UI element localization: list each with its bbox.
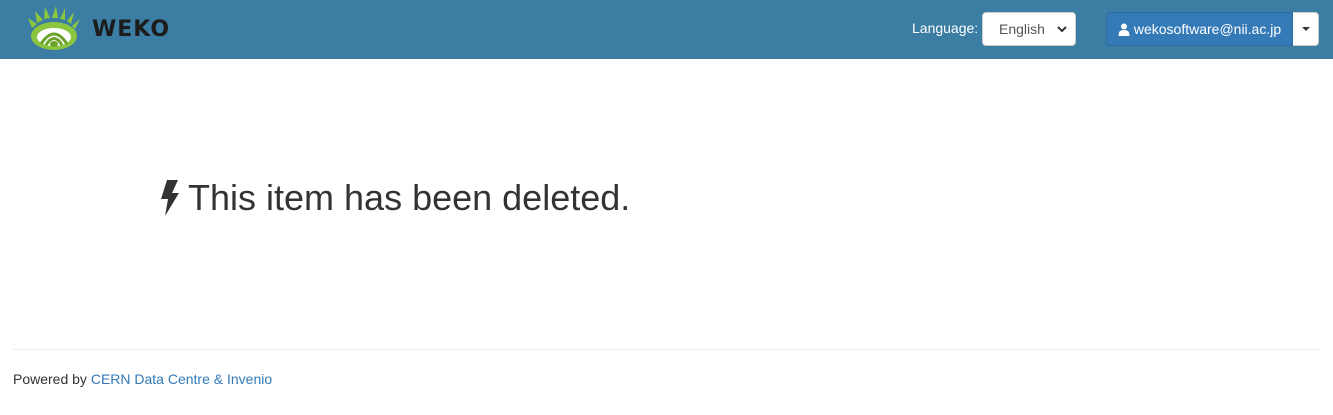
deleted-message-text: This item has been deleted. <box>188 177 631 218</box>
language-selected-value: English <box>999 21 1045 37</box>
footer-divider <box>13 349 1320 350</box>
top-navbar: WEKO Language: English wekosoftware@nii.… <box>0 0 1333 59</box>
chevron-down-icon <box>1057 26 1067 33</box>
bolt-icon <box>161 180 179 216</box>
cern-invenio-link[interactable]: CERN Data Centre & Invenio <box>91 371 272 387</box>
user-account-button[interactable]: wekosoftware@nii.ac.jp <box>1106 12 1293 46</box>
language-select[interactable]: English <box>982 12 1076 46</box>
user-icon <box>1118 23 1130 36</box>
user-email: wekosoftware@nii.ac.jp <box>1133 21 1282 37</box>
weko-logo-icon <box>28 6 80 50</box>
footer: Powered by CERN Data Centre & Invenio <box>13 371 272 387</box>
caret-down-icon <box>1301 27 1310 31</box>
brand-name: WEKO <box>92 16 171 42</box>
brand-home-link[interactable]: WEKO <box>26 6 170 52</box>
language-label: Language: <box>912 20 979 36</box>
user-menu-toggle[interactable] <box>1293 12 1319 46</box>
deleted-message: This item has been deleted. <box>160 178 630 218</box>
powered-by-label: Powered by <box>13 371 91 387</box>
